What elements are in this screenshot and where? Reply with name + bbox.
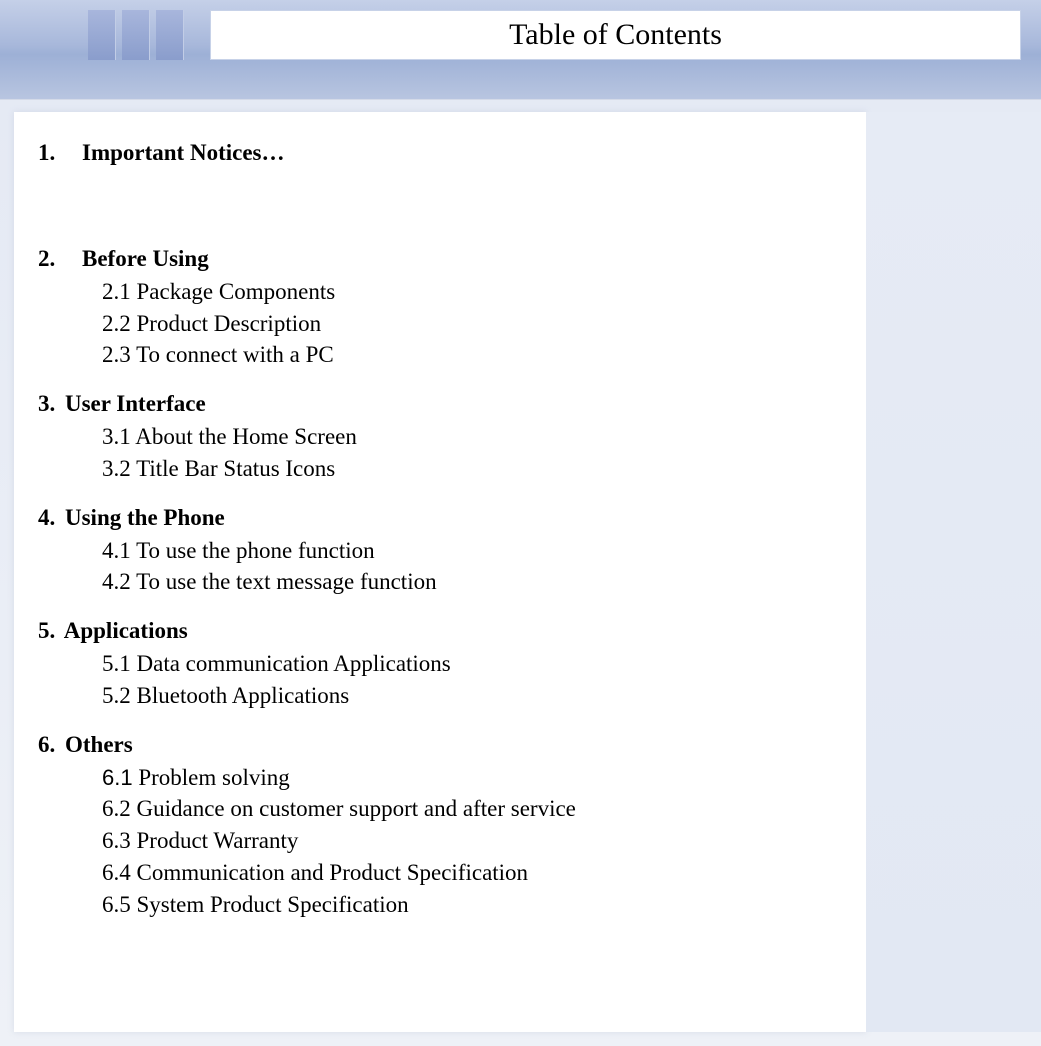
deco-square [88, 10, 116, 60]
toc-subitem: 3.1 About the Home Screen [102, 421, 842, 453]
section-number: 5. [38, 618, 55, 644]
section-title: Using the Phone [65, 505, 225, 530]
toc-subitem: 2.2 Product Description [102, 308, 842, 340]
toc-subitem: 6.1 Problem solving [102, 762, 842, 794]
section-title: Before Using [82, 246, 209, 271]
page-body: 1.Important Notices… 2.Before Using 2.1 … [14, 112, 866, 1032]
toc-section-1: 1.Important Notices… [38, 140, 842, 166]
right-margin [866, 112, 1041, 1032]
toc-subitem: 6.4 Communication and Product Specificat… [102, 857, 842, 889]
page-title: Table of Contents [509, 18, 722, 52]
deco-square [156, 10, 184, 60]
toc-subitem: 5.2 Bluetooth Applications [102, 680, 842, 712]
header-band: Table of Contents [0, 0, 1041, 100]
deco-square [122, 10, 150, 60]
section-title: Others [65, 732, 133, 757]
toc-subitem: 2.3 To connect with a PC [102, 339, 842, 371]
toc-subitem: 6.3 Product Warranty [102, 825, 842, 857]
section-title: Important Notices… [82, 140, 285, 165]
section-number: 3. [38, 391, 55, 417]
toc-subitem: 4.1 To use the phone function [102, 535, 842, 567]
section-number: 2. [38, 246, 82, 272]
header-decoration [88, 10, 184, 60]
toc-subitem: 4.2 To use the text message function [102, 566, 842, 598]
section-number: 1. [38, 140, 82, 166]
content-wrap: 1.Important Notices… 2.Before Using 2.1 … [0, 112, 1041, 1032]
toc-subitem: 6.5 System Product Specification [102, 889, 842, 921]
toc-subitem: 5.1 Data communication Applications [102, 648, 842, 680]
toc-section-4: 4. Using the Phone [38, 505, 842, 531]
section-title: Applications [64, 618, 188, 643]
toc-section-2: 2.Before Using [38, 246, 842, 272]
sub-text: Problem solving [133, 765, 290, 790]
toc-section-6: 6. Others [38, 732, 842, 758]
section-title: User Interface [65, 391, 206, 416]
toc-subitem: 2.1 Package Components [102, 276, 842, 308]
section-number: 6. [38, 732, 55, 758]
sub-number: 6.1 [102, 765, 133, 790]
toc-subitem: 3.2 Title Bar Status Icons [102, 453, 842, 485]
toc-subitem: 6.2 Guidance on customer support and aft… [102, 793, 842, 825]
page-title-box: Table of Contents [210, 10, 1021, 60]
toc-section-3: 3. User Interface [38, 391, 842, 417]
section-number: 4. [38, 505, 55, 531]
spacer [38, 170, 842, 226]
toc-section-5: 5. Applications [38, 618, 842, 644]
